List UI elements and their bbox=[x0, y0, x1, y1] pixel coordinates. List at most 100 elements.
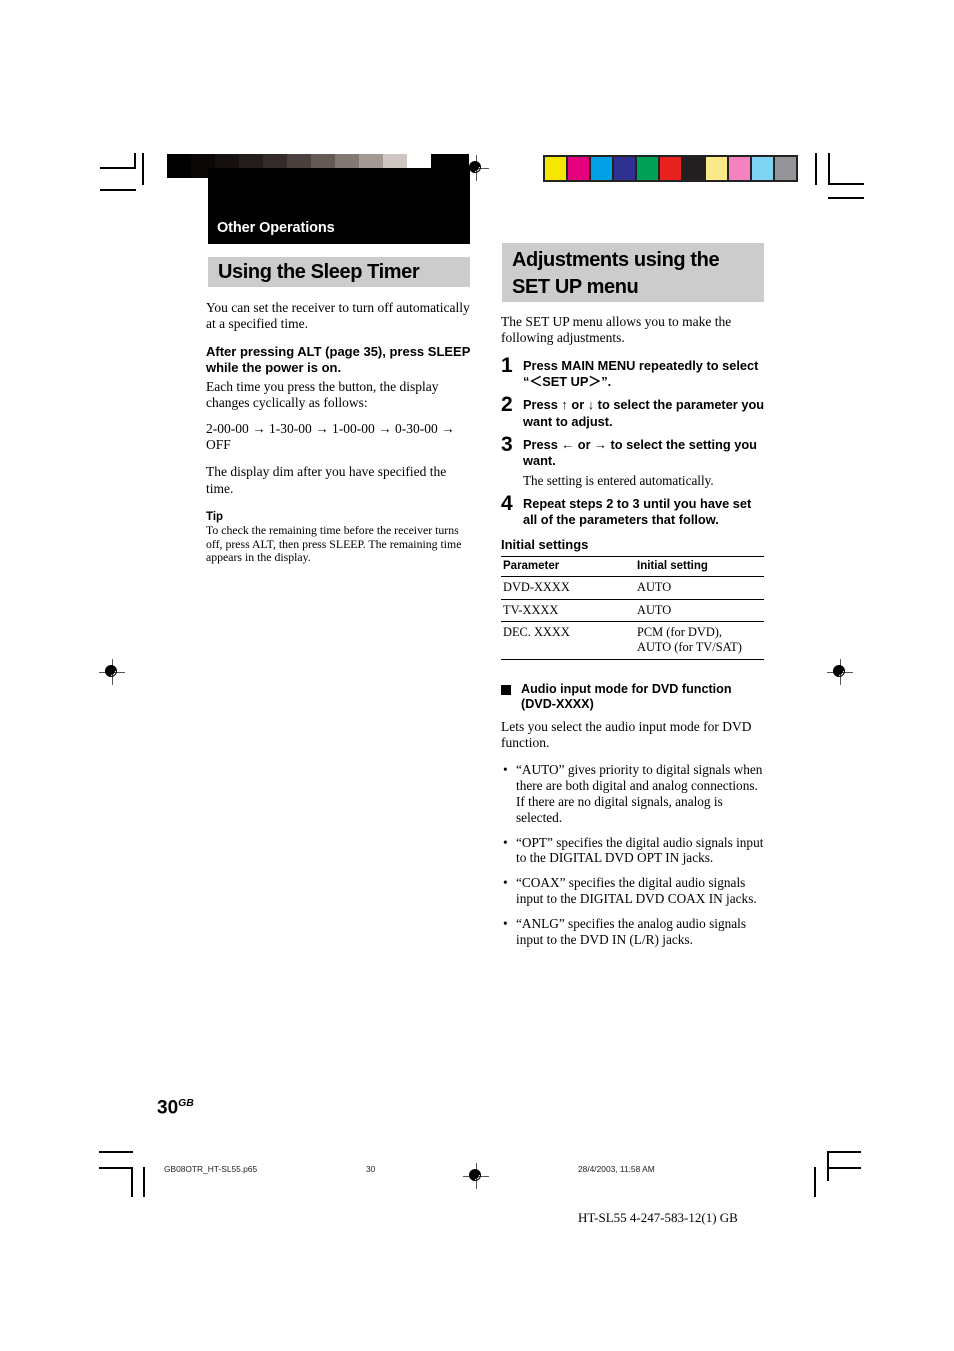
table-header-parameter: Parameter bbox=[501, 556, 635, 578]
sleep-timer-cycle-intro: Each time you press the button, the disp… bbox=[206, 378, 439, 411]
color-swatch bbox=[729, 157, 750, 180]
sleep-timer-intro: You can set the receiver to turn off aut… bbox=[206, 300, 470, 332]
initial-settings-table: Parameter Initial setting DVD-XXXX AUTO … bbox=[501, 556, 764, 660]
color-swatch bbox=[637, 157, 658, 180]
step-number: 3 bbox=[501, 433, 513, 456]
crop-mark-bottom-left-v1 bbox=[131, 1167, 133, 1197]
bullet-dot-icon: • bbox=[503, 762, 508, 778]
setup-menu-intro: The SET UP menu allows you to make the f… bbox=[501, 314, 732, 346]
step-subtext: The setting is entered automatically. bbox=[523, 472, 714, 488]
subsection-heading-text: Audio input mode for DVD function (DVD-X… bbox=[521, 681, 732, 712]
left-column: You can set the receiver to turn off aut… bbox=[206, 300, 473, 565]
color-swatch bbox=[775, 157, 796, 180]
sleep-timer-dim-note: The display dim after you have specified… bbox=[206, 464, 447, 496]
table-cell-parameter: DVD-XXXX bbox=[501, 576, 635, 600]
table-cell-setting: PCM (for DVD), AUTO (for TV/SAT) bbox=[635, 621, 764, 660]
section-heading-setup-menu: Adjustments using the SET UP menu bbox=[502, 243, 764, 302]
crop-mark-top-left-v2 bbox=[142, 153, 144, 185]
bullet-list: • “AUTO” gives priority to digital signal… bbox=[501, 762, 768, 947]
registration-mark-left bbox=[99, 659, 125, 685]
step-text: Press ← or → to select the setting you w… bbox=[523, 437, 757, 469]
footer-page: 30 bbox=[366, 1164, 376, 1174]
list-item-text: “AUTO” gives priority to digital signals… bbox=[516, 762, 763, 825]
table-cell-parameter: TV-XXXX bbox=[501, 599, 635, 623]
list-item-text: “OPT” specifies the digital audio signal… bbox=[516, 834, 764, 866]
crop-mark-bottom-left-v2 bbox=[143, 1167, 145, 1197]
step-text: Press ↑ or ↓ to select the parameter you… bbox=[523, 397, 765, 429]
crop-mark-top-right-v2 bbox=[828, 153, 830, 185]
color-calibration-strip bbox=[543, 155, 798, 182]
table-row: TV-XXXX AUTO bbox=[501, 599, 764, 623]
section-heading-line-2: SET UP menu bbox=[512, 276, 639, 298]
color-swatch bbox=[660, 157, 681, 180]
table-row: DVD-XXXX AUTO bbox=[501, 576, 764, 600]
step-item: 4 Repeat steps 2 to 3 until you have set… bbox=[501, 491, 768, 529]
list-item: • “AUTO” gives priority to digital signal… bbox=[501, 762, 768, 825]
color-swatch bbox=[683, 157, 704, 180]
page-number: 30GB bbox=[157, 1097, 194, 1119]
chapter-banner: Other Operations bbox=[208, 168, 470, 244]
crop-mark-top-left-v1 bbox=[134, 153, 136, 169]
step-number: 4 bbox=[501, 491, 513, 515]
footer-timestamp: 28/4/2003, 11:58 AM bbox=[578, 1164, 655, 1174]
list-item: • “COAX” specifies the digital audio sign… bbox=[501, 875, 768, 907]
color-swatch bbox=[614, 157, 635, 180]
step-item: 2 Press ↑ or ↓ to select the parameter y… bbox=[501, 393, 768, 430]
list-item-text: “COAX” specifies the digital audio signa… bbox=[516, 875, 757, 906]
sleep-timer-instruction: After pressing ALT (page 35), press SLEE… bbox=[206, 343, 471, 376]
list-item: • “ANLG” specifies the analog audio signa… bbox=[501, 916, 768, 948]
crop-mark-top-left-h2 bbox=[100, 189, 136, 191]
colophon: HT-SL55 4-247-583-12(1) GB bbox=[578, 1210, 738, 1225]
list-item-text: “ANLG” specifies the analog audio signal… bbox=[516, 915, 747, 947]
right-column: The SET UP menu allows you to make the f… bbox=[501, 314, 768, 956]
table-row: DEC. XXXX PCM (for DVD), AUTO (for TV/SA… bbox=[501, 621, 764, 660]
tip-label: Tip bbox=[206, 511, 224, 524]
list-item: • “OPT” specifies the digital audio signa… bbox=[501, 835, 768, 867]
page-number-suffix: GB bbox=[178, 1097, 194, 1109]
crop-mark-bottom-right-v2 bbox=[827, 1151, 829, 1181]
table-cell-parameter: DEC. XXXX bbox=[501, 621, 635, 660]
bullet-dot-icon: • bbox=[503, 915, 508, 931]
crop-mark-top-right-v1 bbox=[815, 153, 817, 185]
step-number: 1 bbox=[501, 353, 513, 377]
crop-mark-bottom-right-h2 bbox=[827, 1167, 861, 1169]
crop-mark-bottom-left-h2 bbox=[99, 1167, 133, 1169]
section-heading-line-1: Adjustments using the bbox=[512, 249, 720, 271]
table-cell-setting: AUTO bbox=[635, 599, 764, 623]
crop-mark-bottom-left-h1 bbox=[99, 1151, 133, 1153]
crop-mark-bottom-right-h1 bbox=[827, 1151, 861, 1153]
color-swatch bbox=[752, 157, 773, 180]
table-header-initial-setting: Initial setting bbox=[635, 556, 764, 578]
registration-mark-right bbox=[827, 659, 853, 685]
crop-mark-top-left-h1 bbox=[100, 167, 136, 169]
bullet-dot-icon: • bbox=[503, 875, 508, 891]
footer-filename: GB08OTR_HT-SL55.p65 bbox=[164, 1164, 258, 1174]
tip-body: To check the remaining time before the r… bbox=[206, 523, 462, 565]
initial-settings-title: Initial settings bbox=[501, 537, 589, 553]
crop-mark-top-right-h2 bbox=[828, 197, 864, 199]
printed-page: Other Operations Using the Sleep Timer A… bbox=[0, 0, 954, 1351]
step-text: Repeat steps 2 to 3 until you have set a… bbox=[523, 495, 752, 527]
square-bullet-icon bbox=[501, 684, 511, 695]
subsection-intro: Lets you select the audio input mode for… bbox=[501, 718, 752, 750]
step-text: Press MAIN MENU repeatedly to select “＜S… bbox=[523, 357, 759, 390]
sleep-timer-sequence: 2-00-00 → 1-30-00 → 1-00-00 → 0-30-00 → … bbox=[206, 420, 455, 453]
crop-mark-bottom-right-v1 bbox=[814, 1167, 816, 1197]
step-item: 3 Press ← or → to select the setting you… bbox=[501, 433, 768, 489]
table-cell-setting: AUTO bbox=[635, 576, 764, 600]
subsection-heading-audio-input-mode: Audio input mode for DVD function (DVD-X… bbox=[501, 682, 768, 713]
chapter-label: Other Operations bbox=[217, 220, 335, 236]
color-swatch bbox=[568, 157, 589, 180]
section-heading-sleep-timer: Using the Sleep Timer bbox=[208, 257, 470, 287]
step-item: 1 Press MAIN MENU repeatedly to select “… bbox=[501, 353, 768, 391]
crop-mark-top-right-h1 bbox=[828, 183, 864, 185]
color-swatch bbox=[706, 157, 727, 180]
gray-swatch bbox=[167, 154, 191, 178]
registration-mark-bottom bbox=[463, 1163, 489, 1189]
color-swatch bbox=[591, 157, 612, 180]
bullet-dot-icon: • bbox=[503, 834, 508, 850]
table-header-row: Parameter Initial setting bbox=[501, 556, 764, 578]
color-swatch bbox=[545, 157, 566, 180]
step-number: 2 bbox=[501, 393, 513, 417]
page-number-value: 30 bbox=[157, 1097, 179, 1119]
